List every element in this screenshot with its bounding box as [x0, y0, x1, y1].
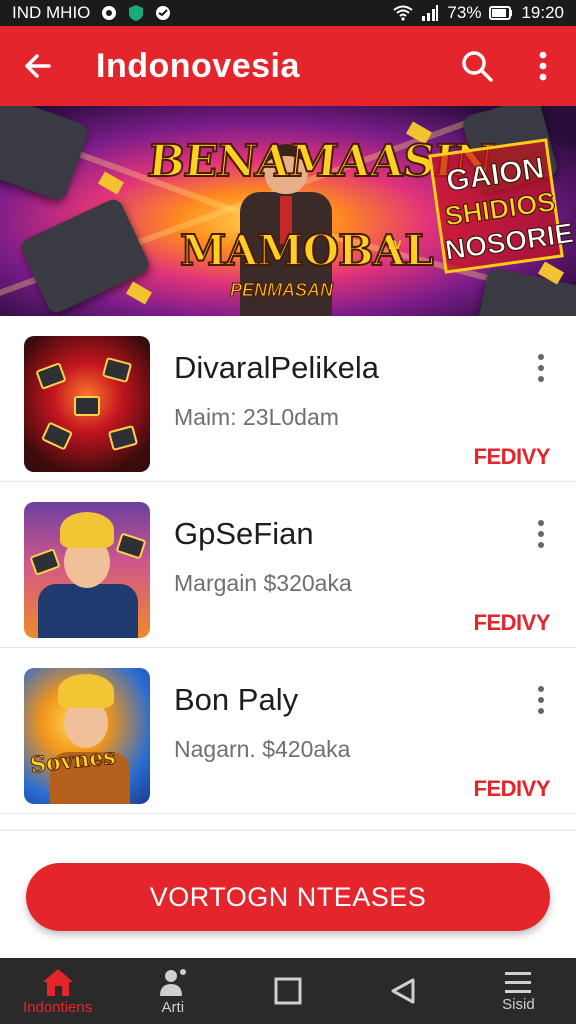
nav-item-account[interactable]: Arti [115, 958, 230, 1024]
more-vertical-icon [538, 354, 544, 382]
item-action-link[interactable]: FEDIVY [474, 610, 551, 636]
thumb-card [35, 362, 67, 390]
primary-cta-button[interactable]: VORTOGN NTEASES [26, 863, 550, 931]
battery-icon [489, 6, 513, 20]
promo-banner[interactable]: BENAMAASIN MAMOBAL TV PENMASAN GAION SHI… [0, 106, 576, 316]
game-list: DivaralPelikela Maim: 23L0dam FEDIVY GpS… [0, 316, 576, 829]
cta-area: VORTOGN NTEASES [0, 830, 576, 958]
status-bar: IND MHIO 73% 19:20 [0, 0, 576, 26]
more-vertical-icon [538, 520, 544, 548]
more-options-button[interactable] [510, 26, 576, 106]
screen: IND MHIO 73% 19:20 Indonovesia BENAMAASI… [0, 0, 576, 1024]
banner-coin [97, 171, 125, 195]
item-title: Bon Paly [174, 682, 299, 717]
item-action-link[interactable]: FEDIVY [474, 444, 551, 470]
banner-trademark: TV [386, 238, 402, 252]
thumb-card [29, 548, 61, 576]
game-thumbnail [24, 336, 150, 472]
home-icon [42, 968, 73, 996]
item-meta: Nagarn. $420aka [174, 736, 351, 762]
list-item[interactable]: GpSeFian Margain $320aka FEDIVY [0, 482, 576, 648]
more-vertical-icon [538, 686, 544, 714]
thumb-hair [58, 674, 114, 708]
thumb-body [38, 584, 138, 638]
bottom-nav: Indontiens Arti Sisid [0, 958, 576, 1024]
shield-icon [128, 4, 144, 22]
item-title: DivaralPelikela [174, 350, 380, 385]
nav-item-recents[interactable] [230, 958, 345, 1024]
banner-tile [0, 106, 91, 203]
carrier-text: IND MHIO [12, 3, 91, 22]
search-icon [462, 51, 493, 82]
item-action-link[interactable]: FEDIVY [474, 776, 551, 802]
battery-percent: 73% [447, 3, 482, 22]
page-title: Indonovesia [96, 46, 300, 85]
list-item[interactable]: Sovnes Bon Paly Nagarn. $420aka FEDIVY [0, 648, 576, 814]
status-right: 73% 19:20 [393, 3, 564, 23]
item-more-button[interactable] [525, 514, 557, 554]
search-button[interactable] [444, 26, 510, 106]
person-icon [159, 968, 186, 996]
nav-item-back[interactable] [346, 958, 461, 1024]
app-bar: Indonovesia [0, 26, 576, 106]
banner-tile [18, 196, 152, 316]
item-meta: Margain $320aka [174, 570, 352, 596]
signal-icon [421, 5, 439, 21]
nav-label: Sisid [502, 995, 535, 1013]
nav-label: Indontiens [22, 998, 93, 1016]
banner-side-text: GAION SHIDIOS NOSORIE [433, 150, 575, 268]
thumb-card [107, 424, 139, 452]
game-thumbnail: Sovnes [24, 668, 150, 804]
thumb-card [40, 421, 74, 451]
list-item[interactable]: DivaralPelikela Maim: 23L0dam FEDIVY [0, 316, 576, 482]
back-button[interactable] [0, 26, 76, 106]
thumb-card [101, 356, 133, 384]
more-vertical-icon [539, 51, 547, 81]
status-left: IND MHIO [12, 3, 393, 23]
banner-coin [125, 281, 153, 305]
back-triangle-icon [391, 978, 415, 1004]
thumb-card [74, 396, 100, 416]
menu-icon [505, 971, 532, 993]
nav-item-menu[interactable]: Sisid [461, 958, 576, 1024]
game-thumbnail [24, 502, 150, 638]
wifi-icon [393, 5, 414, 21]
notification-icon [100, 4, 118, 22]
item-meta: Maim: 23L0dam [174, 404, 339, 430]
clock: 19:20 [521, 3, 564, 22]
banner-subtitle: PENMASAN [229, 280, 334, 301]
item-more-button[interactable] [525, 680, 557, 720]
item-title: GpSeFian [174, 516, 314, 551]
message-icon [154, 4, 172, 22]
thumb-hair [60, 512, 114, 548]
arrow-left-icon [25, 54, 51, 78]
square-icon [274, 977, 302, 1005]
nav-label: Arti [161, 998, 185, 1016]
item-more-button[interactable] [525, 348, 557, 388]
nav-item-home[interactable]: Indontiens [0, 958, 115, 1024]
thumb-card [115, 532, 147, 560]
